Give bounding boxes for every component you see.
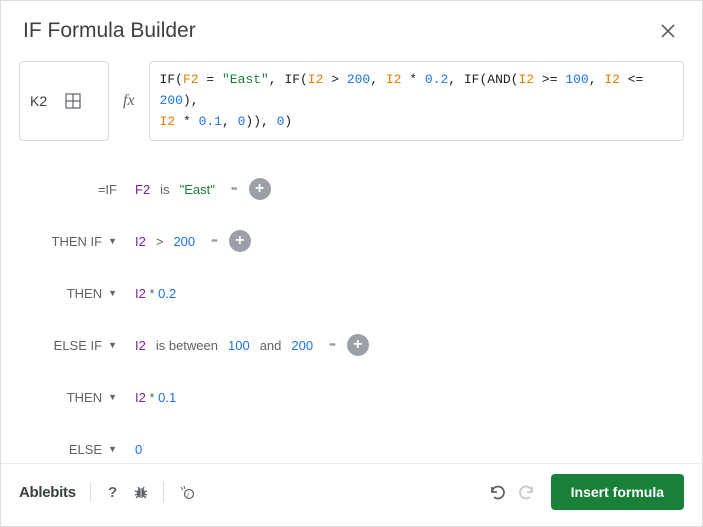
redo-icon [519, 483, 537, 501]
help-icon: ? [105, 484, 119, 500]
rule-and-label: and [260, 338, 282, 353]
close-icon [660, 23, 676, 39]
undo-icon [487, 483, 505, 501]
help-button[interactable]: ? [105, 484, 119, 500]
chevron-down-icon[interactable]: ▼ [108, 236, 117, 246]
rule-label: ELSE IF [54, 338, 102, 353]
drag-handle-icon[interactable]: •• [211, 235, 217, 247]
rule-expression[interactable]: I2 * 0.2 [135, 286, 176, 301]
info-button[interactable]: i [178, 484, 194, 500]
rule-row-then-if[interactable]: THEN IF ▼ I2 > 200 •• + [15, 215, 688, 267]
rule-label: =IF [98, 182, 117, 197]
divider [163, 482, 164, 502]
grid-icon [65, 93, 81, 109]
rule-value[interactable]: "East" [180, 182, 215, 197]
chevron-down-icon[interactable]: ▼ [108, 288, 117, 298]
rule-row-else-if[interactable]: ELSE IF ▼ I2 is between 100 and 200 •• + [15, 319, 688, 371]
chevron-down-icon[interactable]: ▼ [108, 392, 117, 402]
bug-button[interactable] [133, 484, 149, 500]
rule-cell[interactable]: I2 [135, 338, 146, 353]
rule-row-then-2[interactable]: THEN ▼ I2 * 0.1 [15, 371, 688, 423]
rule-row-if[interactable]: =IF F2 is "East" •• + [15, 163, 688, 215]
insert-formula-button[interactable]: Insert formula [551, 474, 684, 510]
rule-row-then[interactable]: THEN ▼ I2 * 0.2 [15, 267, 688, 319]
drag-handle-icon[interactable]: •• [231, 183, 237, 195]
drag-handle-icon[interactable]: •• [329, 339, 335, 351]
rule-label: THEN IF [52, 234, 103, 249]
add-condition-button[interactable]: + [229, 230, 251, 252]
rules-list: =IF F2 is "East" •• + THEN IF ▼ I2 > 200 … [1, 153, 702, 463]
undo-button[interactable] [487, 483, 505, 501]
bug-icon [133, 484, 149, 500]
rule-operator[interactable]: is [160, 182, 169, 197]
close-button[interactable] [656, 19, 680, 43]
info-icon: i [178, 484, 194, 500]
redo-button[interactable] [519, 483, 537, 501]
divider [90, 482, 91, 502]
fx-label: fx [119, 61, 139, 141]
rule-value[interactable]: 0 [135, 442, 142, 457]
rule-operator[interactable]: > [156, 234, 164, 249]
rule-label: THEN [67, 286, 102, 301]
rule-operator[interactable]: is between [156, 338, 218, 353]
rule-label: THEN [67, 390, 102, 405]
cell-reference-box[interactable]: K2 [19, 61, 109, 141]
chevron-down-icon[interactable]: ▼ [108, 444, 117, 454]
add-condition-button[interactable]: + [249, 178, 271, 200]
cell-reference-text: K2 [30, 93, 47, 109]
svg-text:?: ? [108, 484, 117, 500]
formula-preview[interactable]: IF(F2 = "East", IF(I2 > 200, I2 * 0.2, I… [149, 61, 684, 141]
rule-cell[interactable]: I2 [135, 234, 146, 249]
rule-expression[interactable]: I2 * 0.1 [135, 390, 176, 405]
dialog-title: IF Formula Builder [23, 19, 196, 43]
add-condition-button[interactable]: + [347, 334, 369, 356]
rule-value-2[interactable]: 200 [291, 338, 313, 353]
rule-cell[interactable]: F2 [135, 182, 150, 197]
brand-label: Ablebits [19, 484, 76, 501]
chevron-down-icon[interactable]: ▼ [108, 340, 117, 350]
rule-label: ELSE [69, 442, 102, 457]
rule-row-else[interactable]: ELSE ▼ 0 [15, 423, 688, 463]
rule-value[interactable]: 200 [173, 234, 195, 249]
rule-value-1[interactable]: 100 [228, 338, 250, 353]
